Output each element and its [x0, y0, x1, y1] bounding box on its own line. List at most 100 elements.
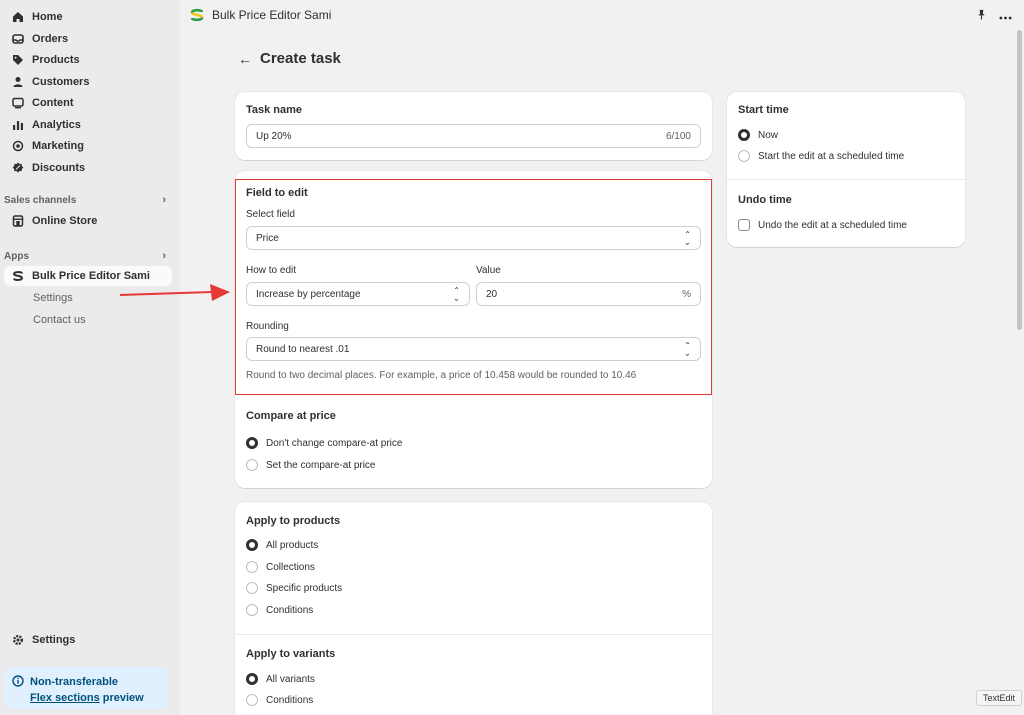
- chevron-right-icon: ›: [162, 194, 166, 206]
- nav-discounts[interactable]: Discounts: [4, 158, 172, 178]
- app-logo-icon: [12, 270, 24, 282]
- app-topbar: Bulk Price Editor Sami: [180, 0, 1024, 30]
- radio-button[interactable]: [246, 582, 258, 594]
- pin-icon[interactable]: [976, 8, 987, 23]
- sales-channels-title: Sales channels: [4, 194, 77, 206]
- radio-button[interactable]: [738, 129, 750, 141]
- radio-label: Conditions: [266, 694, 314, 706]
- radio-button[interactable]: [246, 437, 258, 449]
- inbox-icon: [12, 33, 24, 45]
- tag-icon: [12, 54, 24, 66]
- nav-orders[interactable]: Orders: [4, 29, 172, 49]
- compare-at-price-title: Compare at price: [246, 410, 336, 422]
- radio-label: All variants: [266, 673, 315, 685]
- app-title: Bulk Price Editor Sami: [190, 8, 331, 22]
- radio-label: All products: [266, 539, 319, 551]
- person-icon: [12, 76, 24, 88]
- nav-label: Discounts: [32, 162, 86, 174]
- undo-option[interactable]: Undo the edit at a scheduled time: [738, 219, 907, 231]
- red-arrow-annotation: [119, 284, 230, 301]
- radio-button[interactable]: [246, 673, 258, 685]
- target-icon: [12, 140, 24, 152]
- nav-label: Customers: [32, 76, 90, 88]
- task-name-label: Task name: [246, 104, 303, 116]
- nav-customers[interactable]: Customers: [4, 72, 172, 92]
- notice-suffix: preview: [102, 692, 144, 704]
- radio-button[interactable]: [246, 459, 258, 471]
- nav-label: Online Store: [32, 215, 98, 227]
- radio-label: Specific products: [266, 582, 343, 594]
- compare-option-dont-change[interactable]: Don't change compare-at price: [246, 437, 402, 449]
- flex-sections-link[interactable]: Flex sections: [30, 692, 100, 704]
- discount-icon: [12, 162, 24, 174]
- products-option-conditions[interactable]: Conditions: [246, 604, 313, 616]
- radio-label: Collections: [266, 561, 315, 573]
- radio-label: Set the compare-at price: [266, 459, 376, 471]
- gear-icon: [12, 634, 24, 646]
- radio-button[interactable]: [246, 694, 258, 706]
- nav-label: Home: [32, 11, 63, 23]
- apps-section[interactable]: Apps ›: [4, 250, 172, 262]
- home-icon: [12, 11, 24, 23]
- radio-label: Now: [758, 129, 779, 141]
- nav-settings[interactable]: Settings: [4, 630, 172, 650]
- textedit-tooltip: TextEdit: [976, 690, 1022, 706]
- divider: [727, 179, 965, 180]
- radio-button[interactable]: [246, 604, 258, 616]
- start-option-now[interactable]: Now: [738, 129, 778, 141]
- nav-label: Content: [32, 97, 74, 109]
- app-logo-icon: [190, 8, 204, 22]
- app-title-text: Bulk Price Editor Sami: [212, 8, 332, 22]
- apps-title: Apps: [4, 250, 29, 262]
- variants-option-conditions[interactable]: Conditions: [246, 694, 313, 706]
- radio-button[interactable]: [246, 561, 258, 573]
- apply-to-products-title: Apply to products: [246, 515, 341, 527]
- sidebar: Home Orders Products Customers Content A…: [0, 0, 180, 715]
- nav-marketing[interactable]: Marketing: [4, 136, 172, 156]
- radio-label: Start the edit at a scheduled time: [758, 150, 905, 162]
- apply-card: Apply to products All products Collectio…: [235, 502, 712, 715]
- products-option-all[interactable]: All products: [246, 539, 318, 551]
- divider: [235, 634, 712, 635]
- store-icon: [12, 215, 24, 227]
- notice-line1: Non-transferable: [30, 676, 119, 688]
- task-name-counter: 6/100: [665, 130, 691, 142]
- info-icon: [12, 675, 24, 687]
- nav-analytics[interactable]: Analytics: [4, 115, 172, 135]
- schedule-card: Start time Now Start the edit at a sched…: [727, 92, 965, 247]
- chevron-right-icon: ›: [162, 250, 166, 262]
- nav-app-settings[interactable]: Settings: [33, 292, 73, 304]
- page-header: ← Create task: [238, 50, 341, 67]
- variants-option-all[interactable]: All variants: [246, 673, 315, 685]
- products-option-collections[interactable]: Collections: [246, 561, 315, 573]
- sales-channels-section[interactable]: Sales channels ›: [4, 194, 172, 206]
- bar-chart-icon: [12, 119, 24, 131]
- checkbox-label: Undo the edit at a scheduled time: [758, 219, 907, 231]
- nav-products[interactable]: Products: [4, 50, 172, 70]
- apply-to-variants-title: Apply to variants: [246, 648, 336, 660]
- scrollbar-thumb[interactable]: [1017, 30, 1022, 330]
- preview-notice: Non-transferable Flex sections preview: [4, 667, 168, 709]
- radio-button[interactable]: [246, 539, 258, 551]
- undo-checkbox[interactable]: [738, 219, 750, 231]
- products-option-specific[interactable]: Specific products: [246, 582, 342, 594]
- radio-label: Don't change compare-at price: [266, 437, 403, 449]
- nav-app-contact-us[interactable]: Contact us: [33, 314, 86, 326]
- nav-home[interactable]: Home: [4, 7, 172, 27]
- back-arrow-icon[interactable]: ←: [238, 51, 252, 67]
- nav-label: Analytics: [32, 119, 81, 131]
- nav-label: Settings: [32, 634, 76, 646]
- compare-option-set[interactable]: Set the compare-at price: [246, 459, 376, 471]
- task-name-value: Up 20%: [256, 130, 292, 142]
- start-option-scheduled[interactable]: Start the edit at a scheduled time: [738, 150, 904, 162]
- nav-content[interactable]: Content: [4, 93, 172, 113]
- nav-label: Products: [32, 54, 80, 66]
- nav-label: Orders: [32, 33, 69, 45]
- undo-time-title: Undo time: [738, 194, 792, 206]
- radio-button[interactable]: [738, 150, 750, 162]
- more-options-icon[interactable]: [999, 8, 1012, 23]
- highlight-box: [235, 179, 712, 395]
- start-time-title: Start time: [738, 104, 789, 116]
- nav-online-store[interactable]: Online Store: [4, 211, 172, 231]
- task-name-input[interactable]: Up 20% 6/100: [246, 124, 701, 148]
